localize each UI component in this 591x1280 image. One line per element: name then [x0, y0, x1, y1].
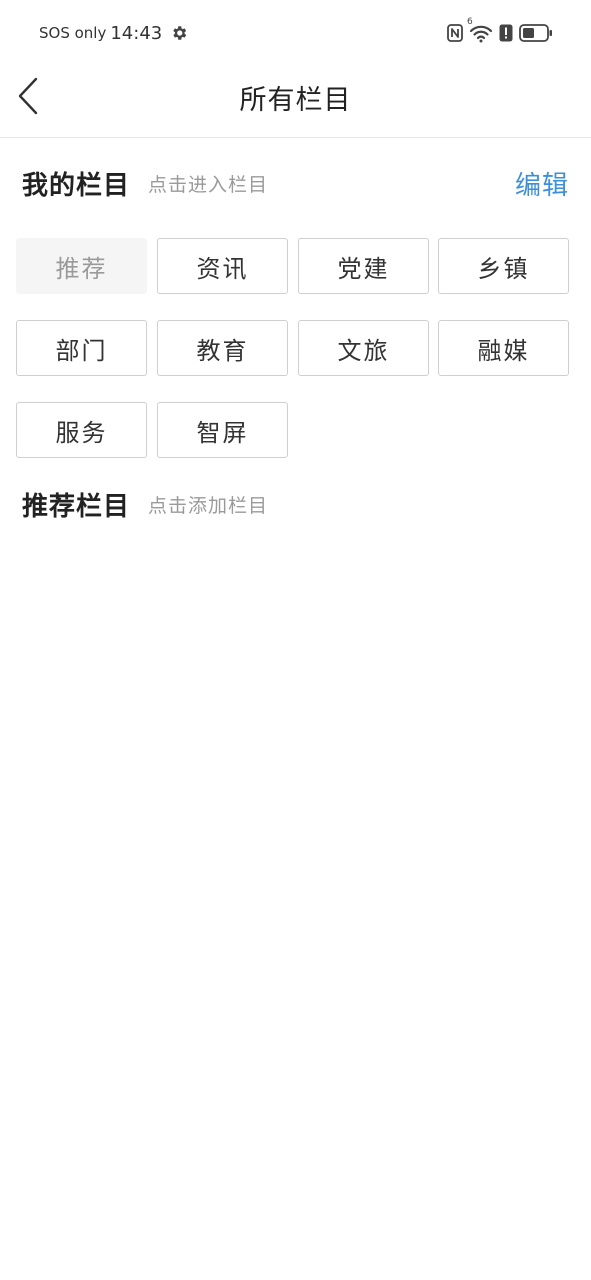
channel-chip-services[interactable]: 服务	[16, 402, 147, 458]
channel-chip-education[interactable]: 教育	[157, 320, 288, 376]
channel-chip-smart-screen[interactable]: 智屏	[157, 402, 288, 458]
channel-chip-media[interactable]: 融媒	[438, 320, 569, 376]
battery-icon	[519, 24, 553, 42]
page-title: 所有栏目	[239, 85, 352, 116]
my-channels-title: 我的栏目	[22, 170, 131, 201]
status-right: 6	[447, 17, 553, 46]
status-bar: SOS only 14:43 6	[0, 0, 591, 66]
recommended-channels-header: 推荐栏目 点击添加栏目	[22, 484, 569, 524]
gear-icon	[170, 24, 188, 42]
carrier-text: SOS only	[39, 24, 107, 42]
nav-bar: 所有栏目	[0, 66, 591, 138]
wifi-badge: 6	[467, 17, 473, 27]
clock-time: 14:43	[110, 22, 163, 44]
channel-chip-culture-tourism[interactable]: 文旅	[298, 320, 429, 376]
edit-button[interactable]: 编辑	[515, 165, 569, 202]
channel-chip-news[interactable]: 资讯	[157, 238, 288, 294]
status-left: SOS only 14:43	[39, 18, 188, 48]
recommended-channels-title: 推荐栏目	[22, 491, 131, 522]
channel-chip-towns[interactable]: 乡镇	[438, 238, 569, 294]
wifi-icon: 6	[467, 17, 493, 43]
alert-icon	[499, 24, 513, 42]
channel-chip-departments[interactable]: 部门	[16, 320, 147, 376]
my-channels-header: 我的栏目 点击进入栏目 编辑	[22, 163, 569, 203]
channel-chip-recommend[interactable]: 推荐	[16, 238, 147, 294]
my-channels-hint: 点击进入栏目	[148, 173, 269, 196]
recommended-channels-hint: 点击添加栏目	[148, 494, 269, 517]
nfc-icon	[447, 24, 463, 42]
channel-chip-party[interactable]: 党建	[298, 238, 429, 294]
